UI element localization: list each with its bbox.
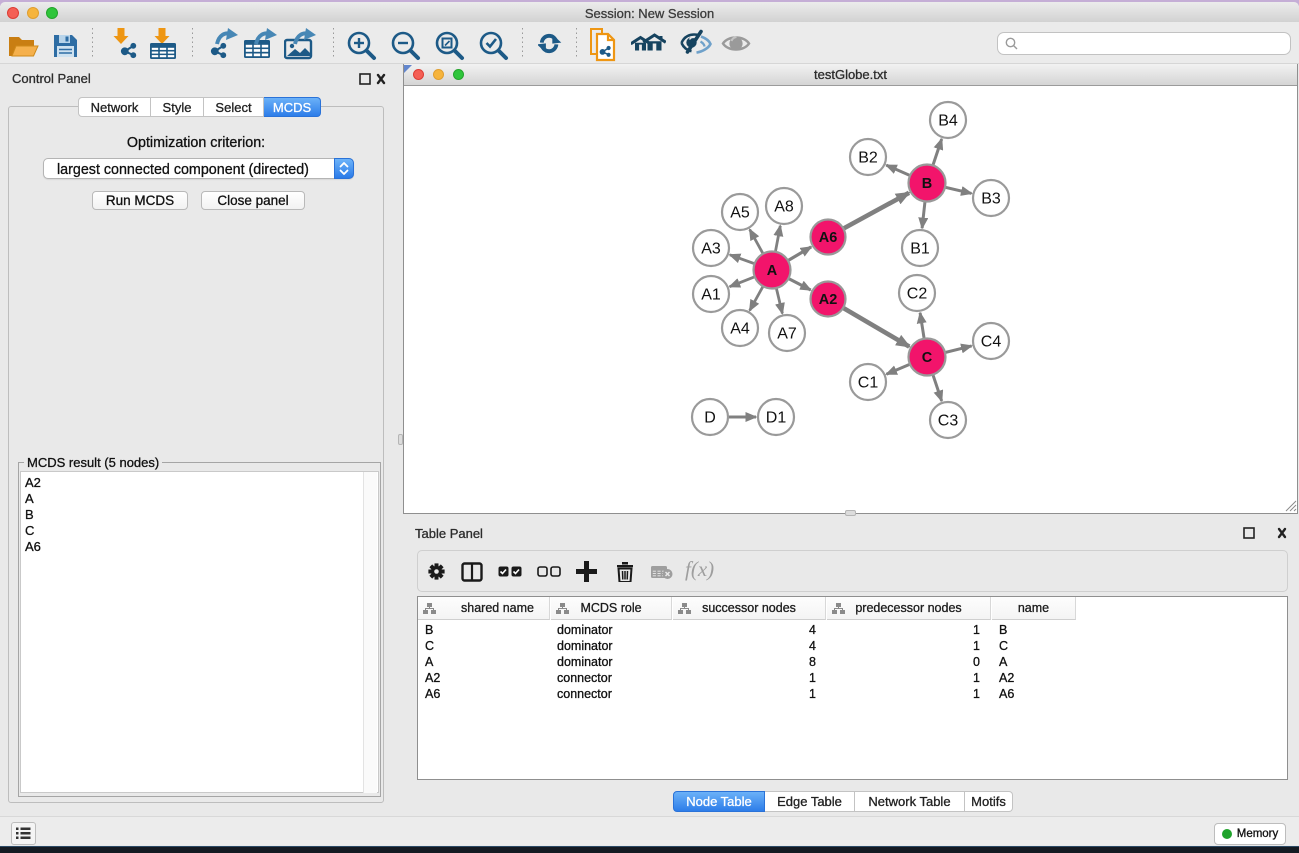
svg-text:C3: C3	[938, 413, 959, 430]
svg-text:A8: A8	[774, 199, 794, 216]
svg-text:A3: A3	[701, 241, 721, 258]
svg-text:A6: A6	[819, 230, 838, 246]
svg-text:C4: C4	[981, 334, 1002, 351]
svg-text:B4: B4	[938, 113, 958, 130]
svg-text:B1: B1	[910, 241, 930, 258]
svg-text:A1: A1	[701, 287, 721, 304]
svg-text:A: A	[767, 263, 778, 279]
svg-text:A4: A4	[730, 321, 750, 338]
svg-text:D: D	[704, 410, 716, 427]
svg-text:C1: C1	[858, 375, 879, 392]
svg-text:B3: B3	[981, 191, 1001, 208]
svg-text:C2: C2	[907, 286, 928, 303]
svg-text:C: C	[922, 350, 933, 366]
svg-text:A7: A7	[777, 326, 797, 343]
svg-text:B2: B2	[858, 150, 878, 167]
svg-text:B: B	[922, 176, 932, 192]
svg-text:D1: D1	[766, 410, 787, 427]
svg-text:A5: A5	[730, 205, 750, 222]
svg-text:A2: A2	[819, 292, 838, 308]
